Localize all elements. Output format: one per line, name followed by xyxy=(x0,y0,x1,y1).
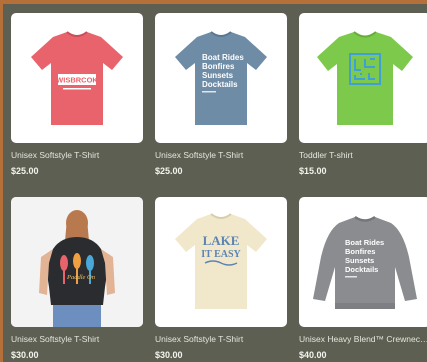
woman-black-tshirt-image: Paddle On xyxy=(11,197,143,327)
print-line: Docktails xyxy=(202,80,238,89)
coral-tshirt-image: WISBRCOK xyxy=(31,31,123,125)
product-price: $30.00 xyxy=(155,350,183,360)
product-image[interactable]: Boat Rides Bonfires Sunsets Docktails xyxy=(299,197,427,327)
product-price: $30.00 xyxy=(11,350,39,360)
product-card[interactable]: LAKE IT EASY Unisex Softstyle T-Shirt $3… xyxy=(155,197,287,360)
product-card[interactable]: WISBRCOK Unisex Softstyle T-Shirt $25.00 xyxy=(11,13,143,176)
cream-tshirt-image: LAKE IT EASY xyxy=(175,213,267,309)
print-line: Docktails xyxy=(345,265,378,274)
print-line: Bonfires xyxy=(345,247,375,256)
product-price: $25.00 xyxy=(11,166,39,176)
product-price: $15.00 xyxy=(299,166,327,176)
product-name[interactable]: Unisex Softstyle T-Shirt xyxy=(11,150,143,160)
print-line: Boat Rides xyxy=(202,53,244,62)
product-image[interactable]: WISBRCOK xyxy=(11,13,143,143)
frame-border-top xyxy=(0,0,427,4)
product-card[interactable]: Toddler T-shirt $15.00 xyxy=(299,13,427,176)
product-name[interactable]: Unisex Softstyle T-Shirt xyxy=(155,150,287,160)
product-image[interactable]: Boat Rides Bonfires Sunsets Docktails xyxy=(155,13,287,143)
grey-crewneck-image: Boat Rides Bonfires Sunsets Docktails xyxy=(313,215,417,309)
print-line: Sunsets xyxy=(345,256,374,265)
print-text: WISBRCOK xyxy=(56,76,98,85)
print-text: Paddle On xyxy=(66,274,95,281)
product-price: $25.00 xyxy=(155,166,183,176)
print-line: Sunsets xyxy=(202,71,234,80)
green-toddler-tshirt-image xyxy=(317,31,413,125)
product-card[interactable]: Boat Rides Bonfires Sunsets Docktails Un… xyxy=(155,13,287,176)
product-image[interactable]: LAKE IT EASY xyxy=(155,197,287,327)
print-line: LAKE xyxy=(203,233,240,248)
print-line: Boat Rides xyxy=(345,238,384,247)
product-card[interactable]: Boat Rides Bonfires Sunsets Docktails Un… xyxy=(299,197,427,360)
product-name[interactable]: Unisex Heavy Blend™ Crewneck ... xyxy=(299,334,427,344)
tshirt-shape xyxy=(175,214,267,309)
blue-tshirt-image: Boat Rides Bonfires Sunsets Docktails xyxy=(175,31,267,125)
product-name[interactable]: Unisex Softstyle T-Shirt xyxy=(11,334,143,344)
product-name[interactable]: Unisex Softstyle T-Shirt xyxy=(155,334,287,344)
product-price: $40.00 xyxy=(299,350,327,360)
product-image[interactable]: Paddle On xyxy=(11,197,143,327)
product-card[interactable]: Paddle On Unisex Softstyle T-Shirt $30.0… xyxy=(11,197,143,360)
product-image[interactable] xyxy=(299,13,427,143)
print-line: Bonfires xyxy=(202,62,235,71)
print-line: IT EASY xyxy=(201,249,241,260)
product-name[interactable]: Toddler T-shirt xyxy=(299,150,427,160)
frame-border-left xyxy=(0,0,3,362)
